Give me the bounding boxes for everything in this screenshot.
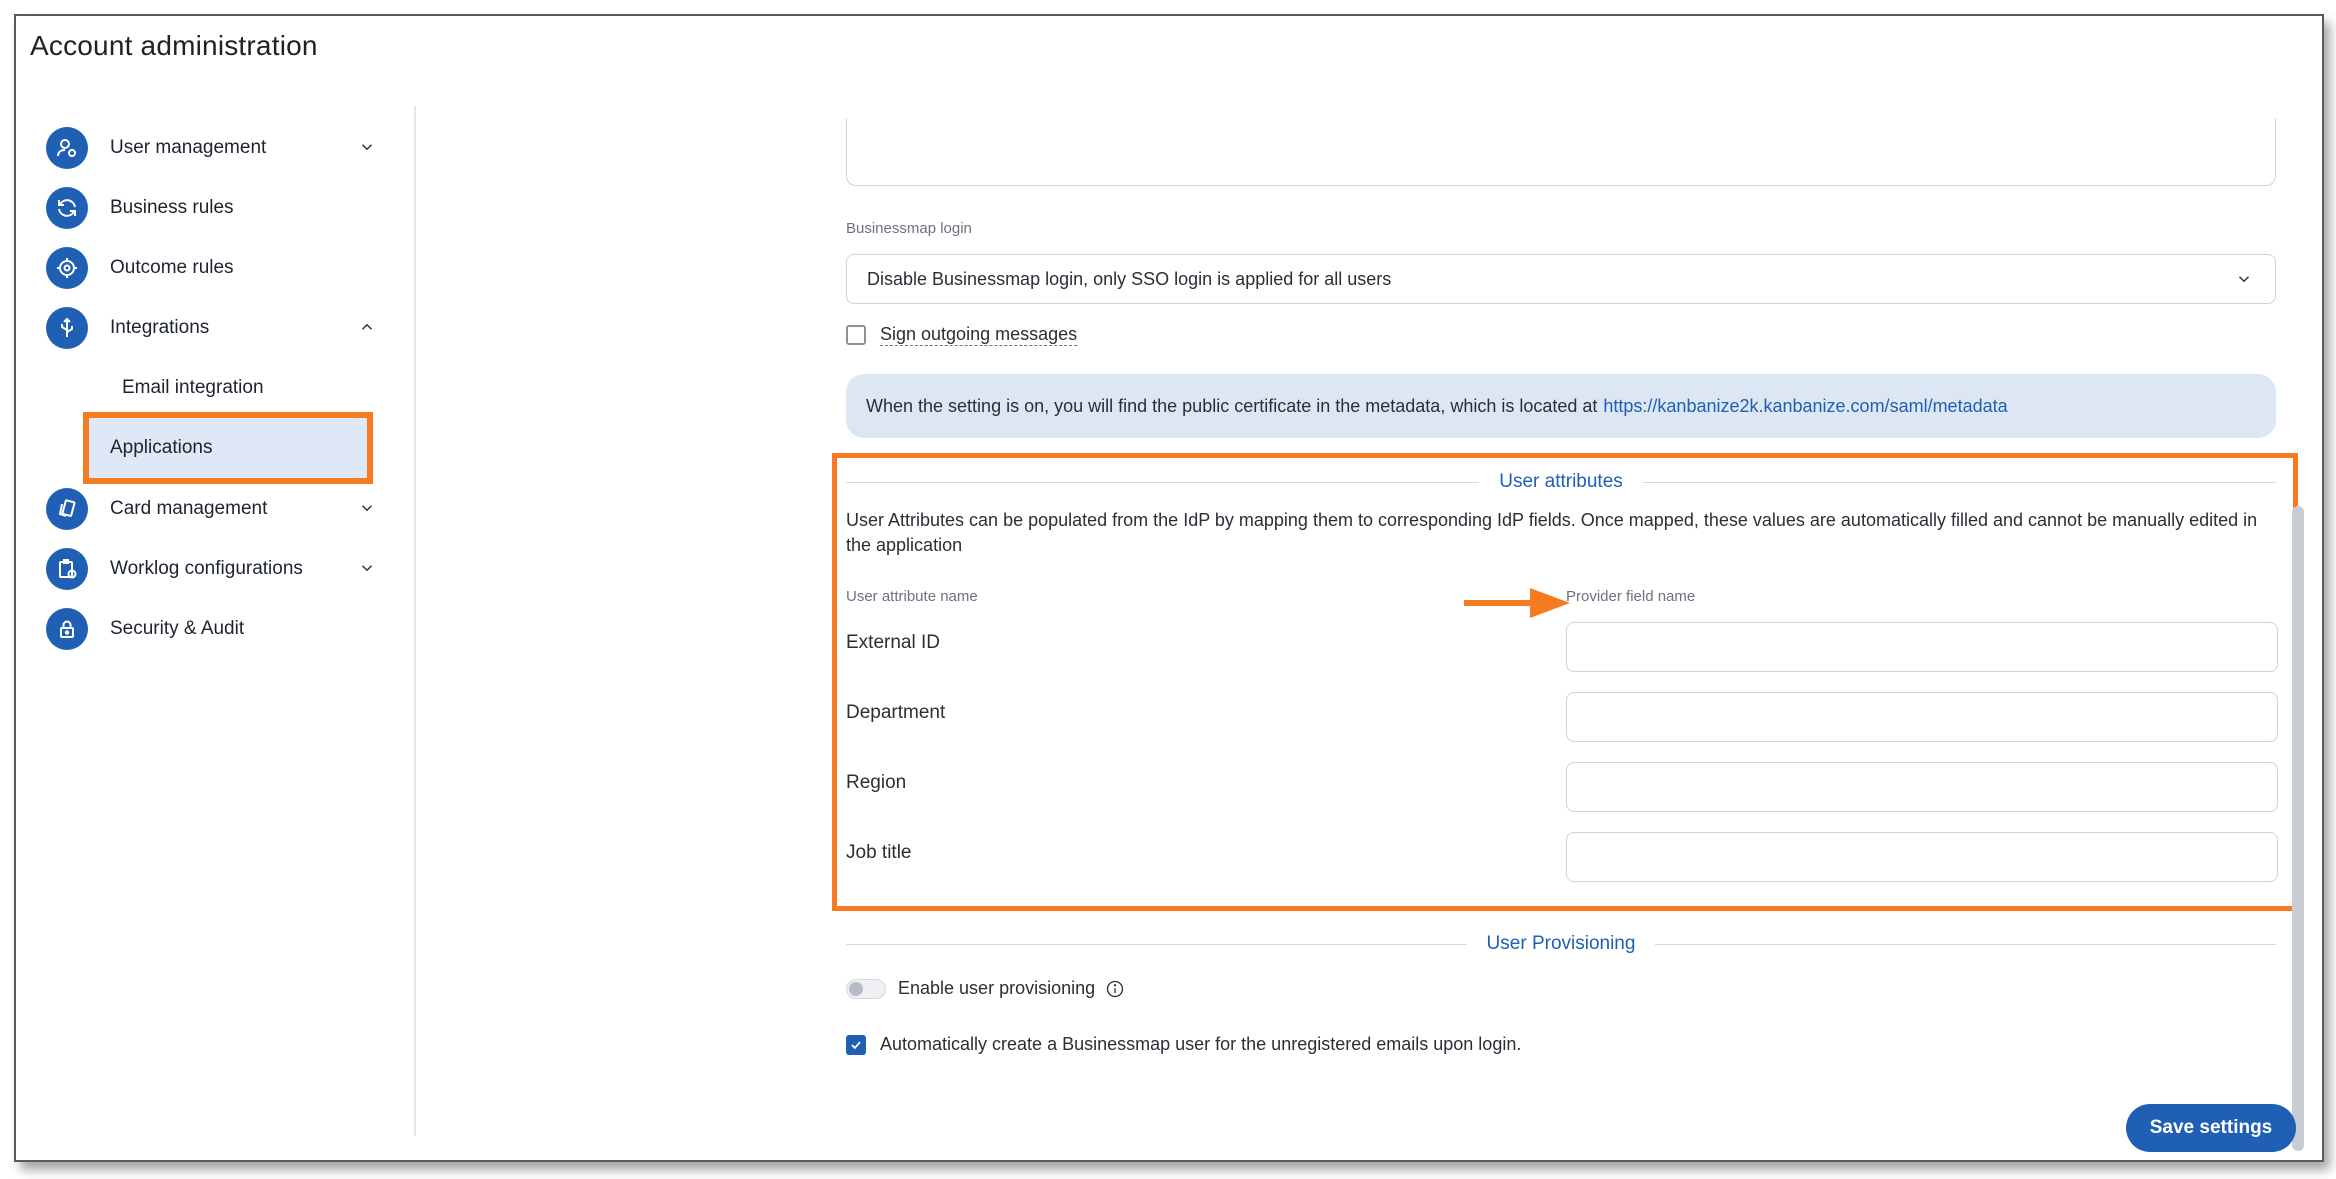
businessmap-login-select[interactable]: Disable Businessmap login, only SSO logi…	[846, 254, 2276, 304]
metadata-textarea[interactable]	[846, 118, 2276, 186]
info-text: When the setting is on, you will find th…	[866, 395, 1598, 416]
sidebar-item-card-management[interactable]: Card management	[46, 479, 386, 539]
user-attributes-description: User Attributes can be populated from th…	[846, 510, 2258, 555]
auto-create-label: Automatically create a Businessmap user …	[880, 1034, 1522, 1054]
sidebar-subitem-label: Email integration	[122, 377, 264, 398]
cards-icon	[46, 488, 88, 530]
chevron-down-icon	[2235, 270, 2253, 293]
enable-provisioning-row: Enable user provisioning	[846, 978, 1125, 999]
sidebar-item-label: Business rules	[110, 197, 234, 218]
sidebar-item-label: Integrations	[110, 317, 210, 338]
sidebar-item-label: User management	[110, 137, 267, 158]
certificate-info-box: When the setting is on, you will find th…	[846, 374, 2276, 438]
auto-create-row: Automatically create a Businessmap user …	[846, 1034, 1521, 1055]
sidebar-subitem-applications[interactable]: Applications	[83, 412, 373, 484]
user-attributes-title: User attributes	[1499, 471, 1623, 492]
attribute-label-department: Department	[846, 702, 946, 723]
user-gear-icon	[46, 127, 88, 169]
enable-provisioning-toggle[interactable]	[846, 978, 886, 999]
provider-field-column-header: Provider field name	[1566, 588, 1696, 605]
metadata-link[interactable]: https://kanbanize2k.kanbanize.com/saml/m…	[1603, 396, 2007, 417]
businessmap-login-label: Businessmap login	[846, 220, 972, 237]
app-window: Account administration User management B…	[14, 14, 2324, 1162]
provider-field-input-external-id[interactable]	[1566, 622, 2278, 672]
sidebar-divider	[414, 106, 416, 1136]
clipboard-clock-icon	[46, 548, 88, 590]
attribute-name-column-header: User attribute name	[846, 588, 978, 605]
provider-field-input-department[interactable]	[1566, 692, 2278, 742]
save-settings-button[interactable]: Save settings	[2126, 1104, 2296, 1152]
target-icon	[46, 247, 88, 289]
sign-outgoing-checkbox[interactable]	[846, 325, 866, 345]
attribute-label-job-title: Job title	[846, 842, 912, 863]
attribute-label-external-id: External ID	[846, 632, 940, 653]
auto-create-checkbox[interactable]	[846, 1034, 866, 1055]
businessmap-login-value: Disable Businessmap login, only SSO logi…	[867, 268, 1392, 289]
enable-provisioning-label: Enable user provisioning	[898, 978, 1096, 998]
provider-field-input-region[interactable]	[1566, 762, 2278, 812]
sidebar-subitem-email-integration[interactable]: Email integration	[96, 360, 368, 416]
sidebar-item-worklog-configurations[interactable]: Worklog configurations	[46, 539, 386, 599]
sidebar-item-label: Outcome rules	[110, 257, 234, 278]
sidebar-item-user-management[interactable]: User management	[46, 118, 386, 178]
sidebar-item-integrations[interactable]: Integrations	[46, 298, 386, 358]
provider-field-input-job-title[interactable]	[1566, 832, 2278, 882]
attribute-label-region: Region	[846, 772, 907, 793]
chevron-down-icon	[358, 499, 376, 517]
sidebar-item-outcome-rules[interactable]: Outcome rules	[46, 238, 386, 298]
sign-outgoing-row: Sign outgoing messages	[846, 324, 1078, 346]
sidebar-item-label: Security & Audit	[110, 618, 245, 639]
sign-outgoing-label: Sign outgoing messages	[880, 324, 1078, 346]
sidebar-subitem-label: Applications	[110, 437, 213, 458]
chevron-down-icon	[358, 138, 376, 156]
sidebar-item-label: Card management	[110, 498, 268, 519]
usb-icon	[46, 307, 88, 349]
refresh-icon	[46, 187, 88, 229]
scrollbar-thumb[interactable]	[2292, 506, 2304, 1151]
sidebar-item-security-audit[interactable]: Security & Audit	[46, 599, 386, 659]
user-attributes-header: User attributes	[846, 470, 2277, 494]
user-provisioning-title: User Provisioning	[1486, 933, 1636, 954]
lock-icon	[46, 608, 88, 650]
sidebar-item-business-rules[interactable]: Business rules	[46, 178, 386, 238]
chevron-up-icon	[358, 318, 376, 336]
user-provisioning-header: User Provisioning	[846, 932, 2276, 956]
annotation-arrow-icon	[1464, 588, 1570, 618]
info-icon[interactable]	[1105, 979, 1125, 999]
page-title: Account administration	[30, 30, 318, 61]
sidebar-item-label: Worklog configurations	[110, 558, 303, 579]
chevron-down-icon	[358, 559, 376, 577]
